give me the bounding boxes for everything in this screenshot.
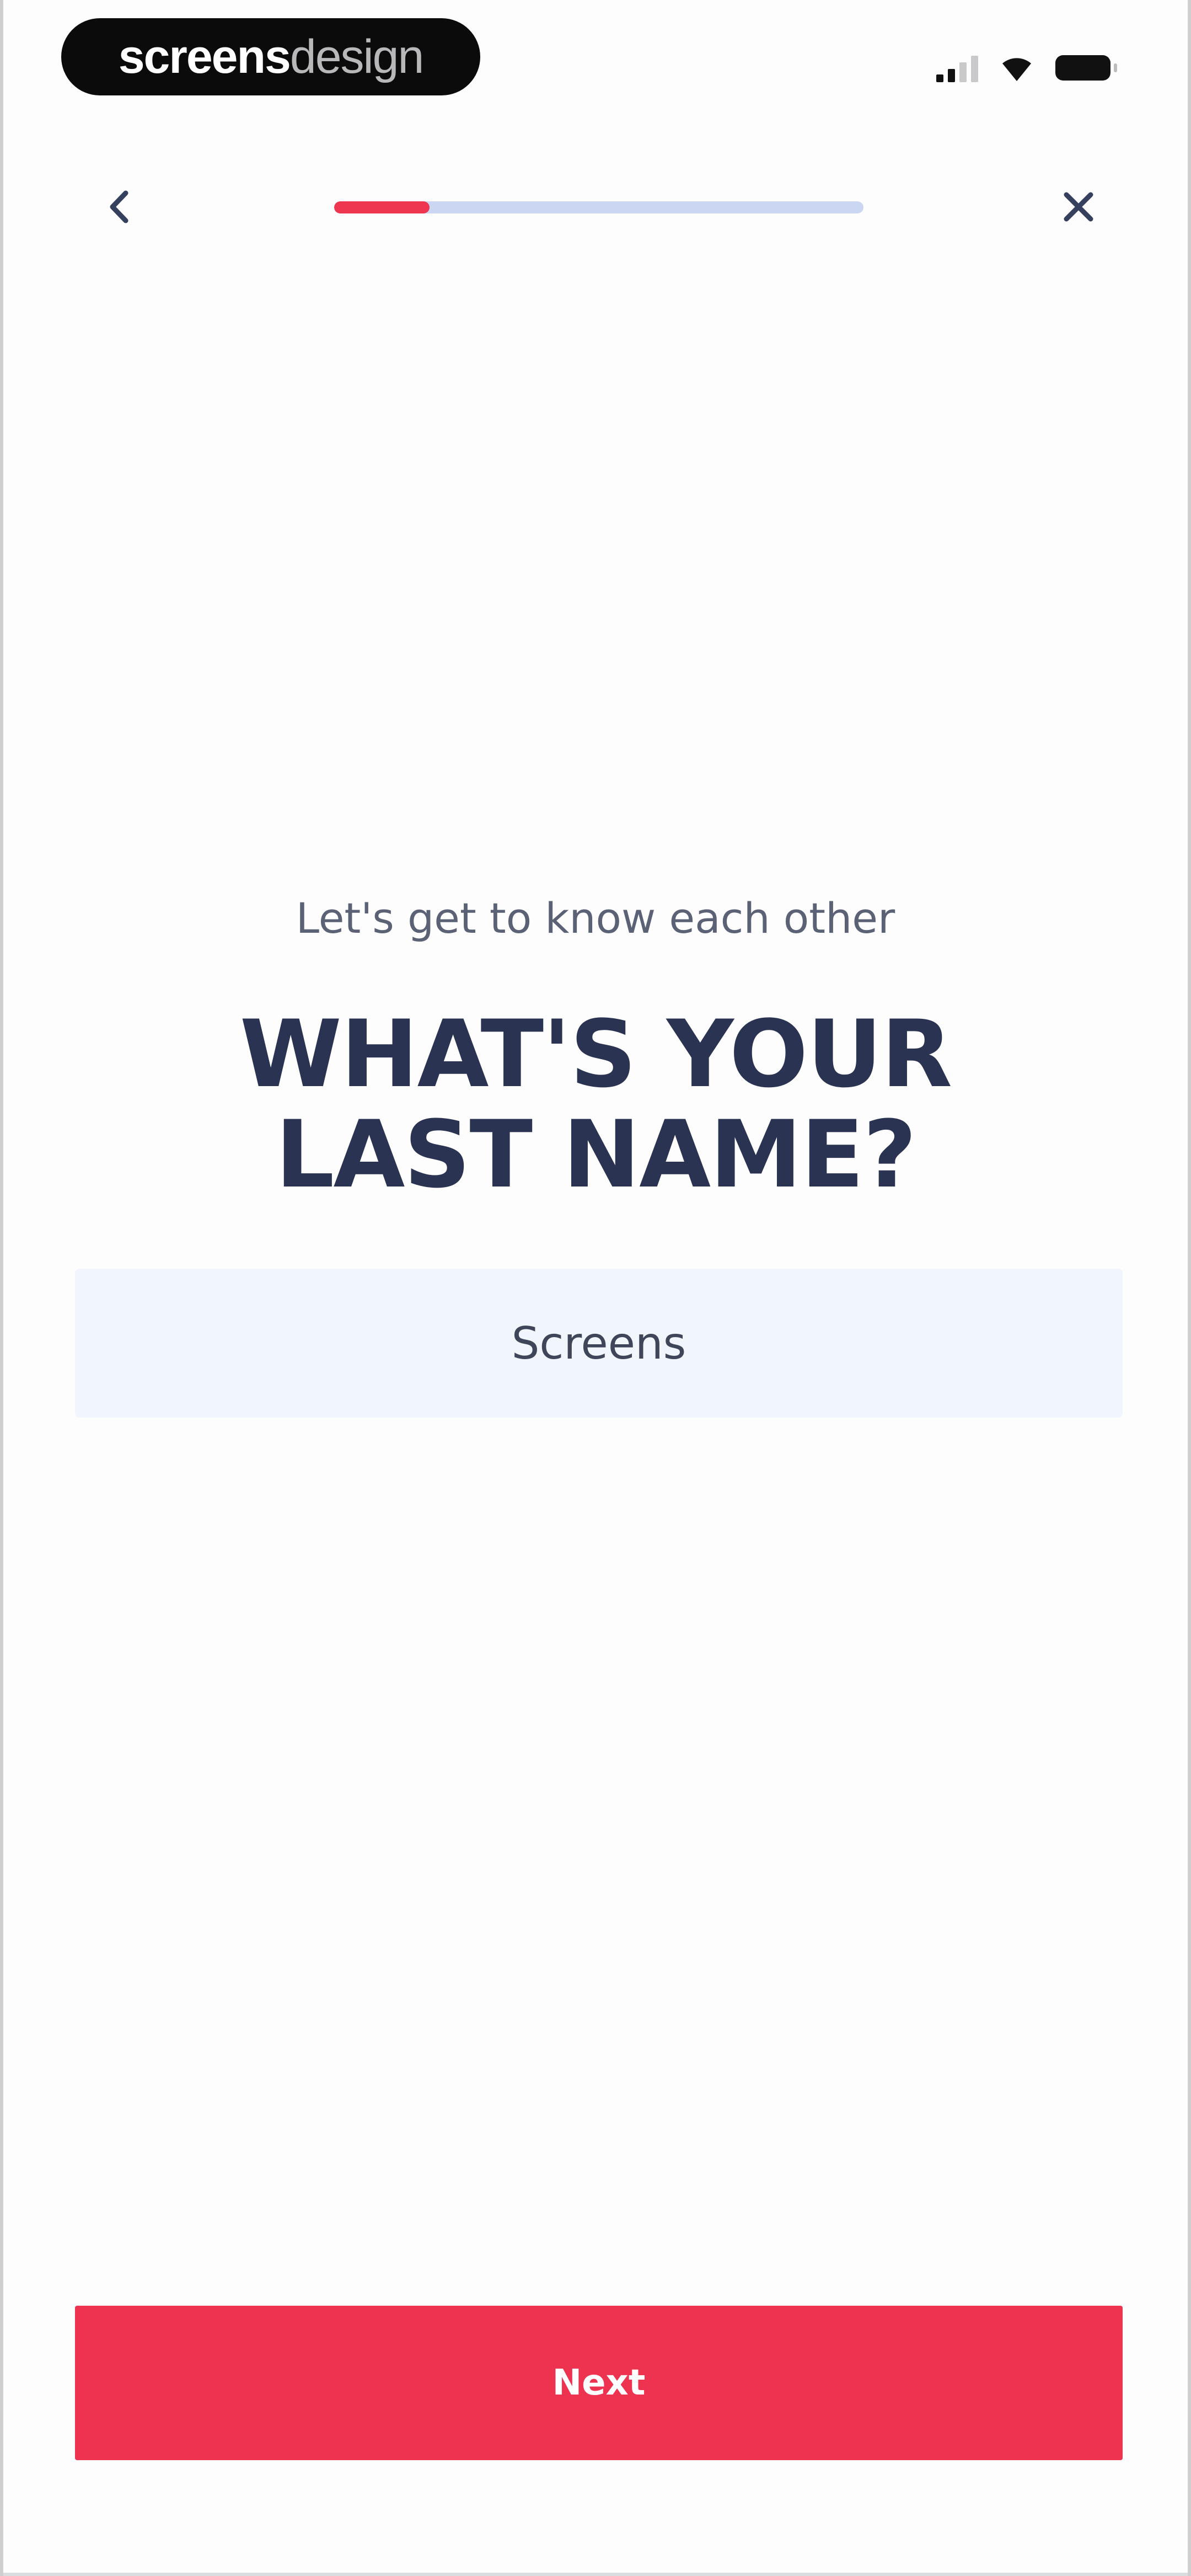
next-button[interactable]: Next	[75, 2306, 1123, 2460]
page-title: WHAT'S YOUR LAST NAME?	[3, 1004, 1188, 1205]
brand-logo-light: design	[289, 30, 424, 83]
page-title-text: WHAT'S YOUR LAST NAME?	[239, 1000, 953, 1209]
progress-bar-fill	[334, 201, 430, 213]
close-button[interactable]	[1051, 179, 1106, 234]
close-icon	[1064, 192, 1093, 222]
chevron-left-icon	[110, 190, 128, 223]
back-button[interactable]	[92, 179, 147, 234]
onboarding-screen: screens design Let's get to know each oth…	[0, 0, 1191, 2576]
subtitle: Let's get to know each other	[296, 894, 895, 943]
progress-bar	[334, 201, 863, 213]
last-name-input[interactable]	[75, 1269, 1123, 1418]
bottom-edge	[3, 2573, 1188, 2576]
signal-icon	[936, 54, 978, 82]
wifi-icon	[1002, 58, 1031, 81]
brand-logo-pill: screens design	[61, 18, 480, 95]
status-icons	[936, 49, 1117, 87]
battery-icon	[1055, 55, 1117, 81]
brand-logo-bold: screens	[118, 30, 291, 83]
